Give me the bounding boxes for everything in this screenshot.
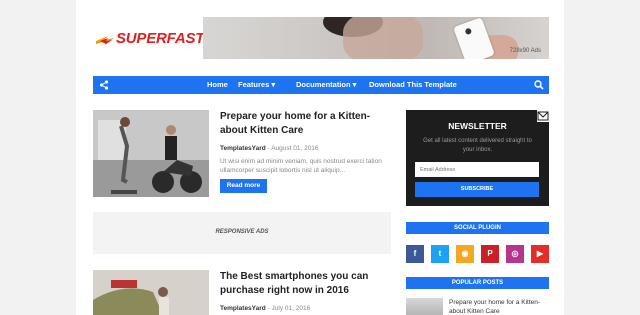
banner-photo-face: [343, 17, 423, 59]
banner-photo-phone-camera: [464, 27, 473, 36]
youtube-icon[interactable]: ▶: [531, 245, 549, 263]
post-photo-car: [93, 270, 209, 315]
nav-documentation[interactable]: Documentation ▾: [296, 80, 356, 89]
facebook-icon[interactable]: f: [406, 245, 424, 263]
banner-photo-phone: [453, 17, 495, 59]
ads-label: RESPONSIVE ADS: [215, 229, 269, 235]
post-date: - July 01, 2016: [267, 305, 311, 312]
post-meta: TemplatesYard - July 01, 2016: [220, 305, 310, 312]
post-author[interactable]: TemplatesYard: [220, 305, 266, 312]
main-navigation: Home Features ▾ Documentation ▾ Download…: [93, 76, 549, 94]
social-plugin-title: SOCIAL PLUGIN: [406, 222, 549, 234]
post-excerpt: Ut wisi enim ad minim veniam, quis nostr…: [220, 158, 382, 174]
popular-posts-title: POPULAR POSTS: [406, 277, 549, 289]
newsletter-description: Get all latest content delivered straigh…: [423, 138, 532, 153]
pinterest-icon[interactable]: P: [481, 245, 499, 263]
site-logo[interactable]: SUPERFAST: [94, 29, 204, 51]
newsletter-title: NEWSLETTER: [448, 121, 507, 131]
banner-size-label: 728x90 Ads: [509, 48, 541, 54]
popular-post-thumbnail[interactable]: [406, 298, 443, 315]
header-banner-ad[interactable]: 728x90 Ads: [203, 17, 549, 59]
post-photo-motorcycle: [93, 110, 209, 197]
post-author[interactable]: TemplatesYard: [220, 145, 266, 152]
share-icon[interactable]: [99, 80, 109, 90]
read-more-button[interactable]: Read more: [220, 179, 267, 193]
twitter-icon[interactable]: t: [431, 245, 449, 263]
post-date: - August 01, 2016: [267, 145, 319, 152]
post-title[interactable]: Prepare your home for a Kitten-about Kit…: [220, 110, 382, 138]
post-thumbnail[interactable]: [93, 270, 209, 315]
nav-home[interactable]: Home: [207, 80, 228, 89]
newsletter-widget: NEWSLETTER Get all latest content delive…: [406, 110, 549, 206]
subscribe-button[interactable]: SUBSCRIBE: [415, 182, 539, 197]
flame-icon: [96, 36, 114, 45]
search-icon[interactable]: [534, 80, 544, 90]
popular-post-title[interactable]: Prepare your home for a Kitten-about Kit…: [449, 298, 549, 315]
email-field[interactable]: [415, 162, 539, 177]
page: SUPERFAST 728x90 Ads Home Features ▾ Doc…: [76, 0, 564, 315]
nav-download-template[interactable]: Download This Template: [369, 80, 457, 89]
logo-text: SUPERFAST: [116, 30, 205, 47]
instagram-icon[interactable]: ◎: [506, 245, 524, 263]
post-title[interactable]: The Best smartphones you can purchase ri…: [220, 270, 382, 298]
post-meta: TemplatesYard - August 01, 2016: [220, 145, 319, 152]
responsive-ads: RESPONSIVE ADS: [93, 212, 391, 254]
rss-icon[interactable]: ◉: [456, 245, 474, 263]
post-thumbnail[interactable]: [93, 110, 209, 197]
nav-features[interactable]: Features ▾: [238, 80, 275, 89]
